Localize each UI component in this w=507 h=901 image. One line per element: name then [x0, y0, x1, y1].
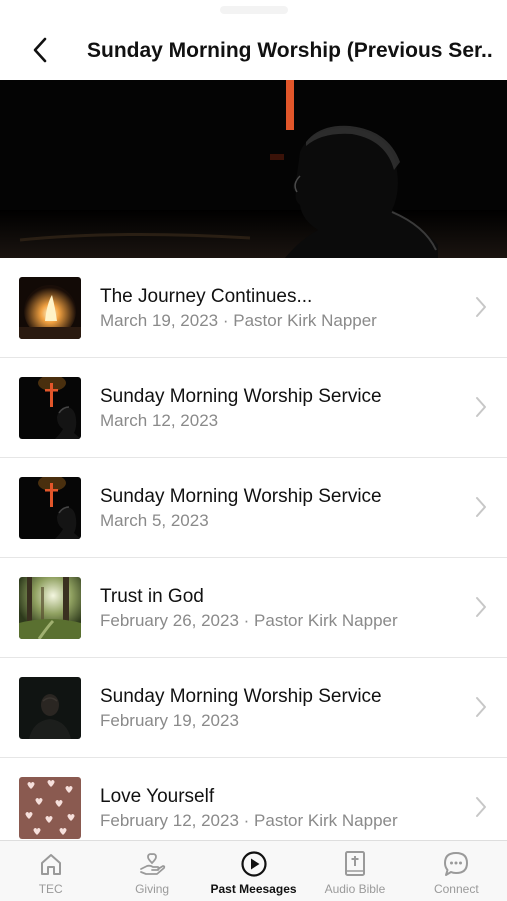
sermon-thumbnail-cross — [19, 377, 81, 439]
sermon-title: Sunday Morning Worship Service — [100, 686, 382, 707]
chevron-left-icon — [32, 37, 48, 68]
sermon-row[interactable]: The Journey Continues... March 19, 2023 … — [0, 258, 507, 358]
sermon-thumbnail-cross — [19, 477, 81, 539]
chevron-right-icon — [475, 696, 487, 723]
sermon-subtitle: March 19, 2023 · Pastor Kirk Napper — [100, 311, 377, 330]
hero-banner-image — [0, 80, 507, 258]
sermon-subtitle: February 12, 2023 · Pastor Kirk Napper — [100, 811, 398, 830]
home-icon — [37, 850, 65, 878]
chevron-right-icon — [475, 396, 487, 423]
status-indicator — [220, 6, 288, 14]
tab-audio-bible[interactable]: Audio Bible — [304, 841, 405, 901]
sermon-row[interactable]: Sunday Morning Worship Service March 12,… — [0, 358, 507, 458]
sermon-row[interactable]: Love Yourself February 12, 2023 · Pastor… — [0, 758, 507, 840]
chevron-right-icon — [475, 596, 487, 623]
sermon-title: Trust in God — [100, 586, 204, 607]
sermon-thumbnail-fire — [19, 277, 81, 339]
sermon-thumbnail-forest — [19, 577, 81, 639]
sermon-subtitle: February 19, 2023 — [100, 711, 239, 730]
chevron-right-icon — [475, 296, 487, 323]
tab-label: Audio Bible — [324, 882, 386, 896]
sermon-row[interactable]: Trust in God February 26, 2023 · Pastor … — [0, 558, 507, 658]
sermon-subtitle: March 5, 2023 — [100, 511, 209, 530]
back-button[interactable] — [26, 37, 54, 67]
tab-bar: TEC Giving Past Meesages Audio Bible Con… — [0, 840, 507, 901]
sermon-row[interactable]: Sunday Morning Worship Service February … — [0, 658, 507, 758]
sermon-title: Sunday Morning Worship Service — [100, 386, 382, 407]
play-circle-icon — [240, 850, 268, 878]
tab-label: Giving — [135, 882, 170, 896]
tab-label: Connect — [433, 882, 479, 896]
sermon-subtitle: February 26, 2023 · Pastor Kirk Napper — [100, 611, 398, 630]
chevron-right-icon — [475, 796, 487, 823]
tab-tec[interactable]: TEC — [0, 841, 101, 901]
sermon-list: The Journey Continues... March 19, 2023 … — [0, 258, 507, 840]
sermon-thumbnail-portrait — [19, 677, 81, 739]
sermon-subtitle: March 12, 2023 — [100, 411, 219, 430]
tab-label: Past Meesages — [210, 882, 297, 896]
tab-connect[interactable]: Connect — [406, 841, 507, 901]
giving-hand-icon — [138, 850, 166, 878]
tab-giving[interactable]: Giving — [101, 841, 202, 901]
bible-icon — [341, 850, 369, 878]
tab-label: TEC — [38, 882, 63, 896]
chat-bubble-icon — [442, 850, 470, 878]
sermon-title: Love Yourself — [100, 786, 215, 807]
sermon-row[interactable]: Sunday Morning Worship Service March 5, … — [0, 458, 507, 558]
tab-past-messages[interactable]: Past Meesages — [203, 841, 304, 901]
sermon-title: The Journey Continues... — [100, 286, 313, 307]
sermon-thumbnail-hearts — [19, 777, 81, 839]
page-title: Sunday Morning Worship (Previous Ser... — [87, 39, 492, 62]
chevron-right-icon — [475, 496, 487, 523]
sermon-title: Sunday Morning Worship Service — [100, 486, 382, 507]
status-bar — [0, 0, 507, 22]
navigation-bar: Sunday Morning Worship (Previous Ser... — [0, 22, 507, 80]
